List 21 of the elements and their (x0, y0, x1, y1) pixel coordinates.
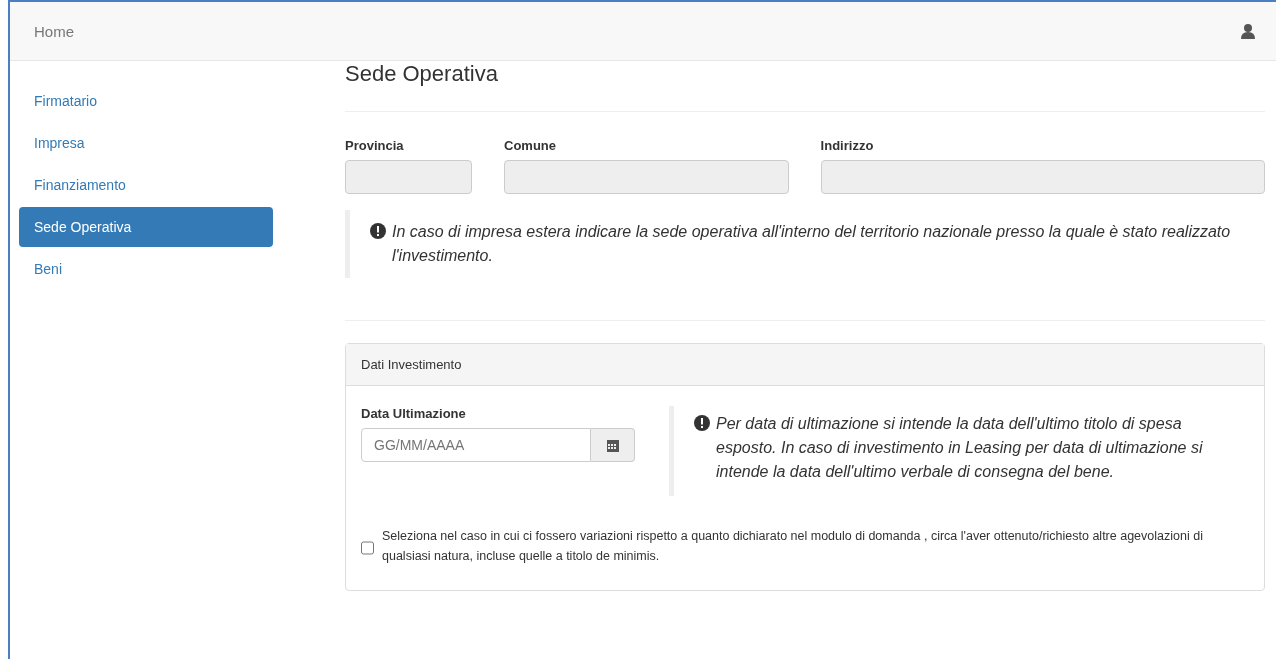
date-field[interactable]: GG/MM/AAAA (361, 428, 591, 462)
sidebar-item[interactable]: Finanziamento (19, 165, 273, 205)
calendar-button[interactable] (591, 428, 635, 462)
calendar-icon (606, 438, 619, 452)
sidebar-item[interactable]: Sede Operativa (19, 207, 273, 247)
panel-title: Dati Investimento (346, 344, 1264, 386)
field-label: Provincia (345, 138, 405, 153)
field-label: Indirizzo (820, 138, 875, 153)
section-title: Sede Operativa (345, 61, 1265, 112)
info-note: Per data di ultimazione si intende la data dell'ultimo titolo di spesa esposto. In caso di investimento in Leasing per data di ultimazione si intende la data dell'ultimo verbale di consegna del bene. (716, 414, 1204, 482)
user-icon[interactable] (1240, 23, 1256, 39)
exclamation-icon (694, 415, 710, 431)
field-label: Comune (504, 138, 557, 153)
sidebar-item[interactable]: Impresa (19, 123, 273, 163)
info-note: In caso di impresa estera indicare la sede operativa all'interno del territorio nazionale presso la quale è stato realizzato l'investimento. (392, 222, 1232, 266)
field-label: Data Ultimazione (361, 406, 467, 421)
exclamation-icon (370, 223, 386, 239)
sidebar-item[interactable]: Beni (19, 249, 273, 289)
home-link[interactable]: Home (34, 22, 74, 40)
sidebar-item[interactable]: Firmatario (19, 81, 273, 121)
checkbox-label: Seleziona nel caso in cui ci fossero variazioni rispetto a quanto dichiarato nel modulo di domanda , circa l'aver ottenuto/richiesto altre agevolazioni di qualsiasi natura, incluse quelle a titolo de minimis. (382, 528, 1204, 565)
